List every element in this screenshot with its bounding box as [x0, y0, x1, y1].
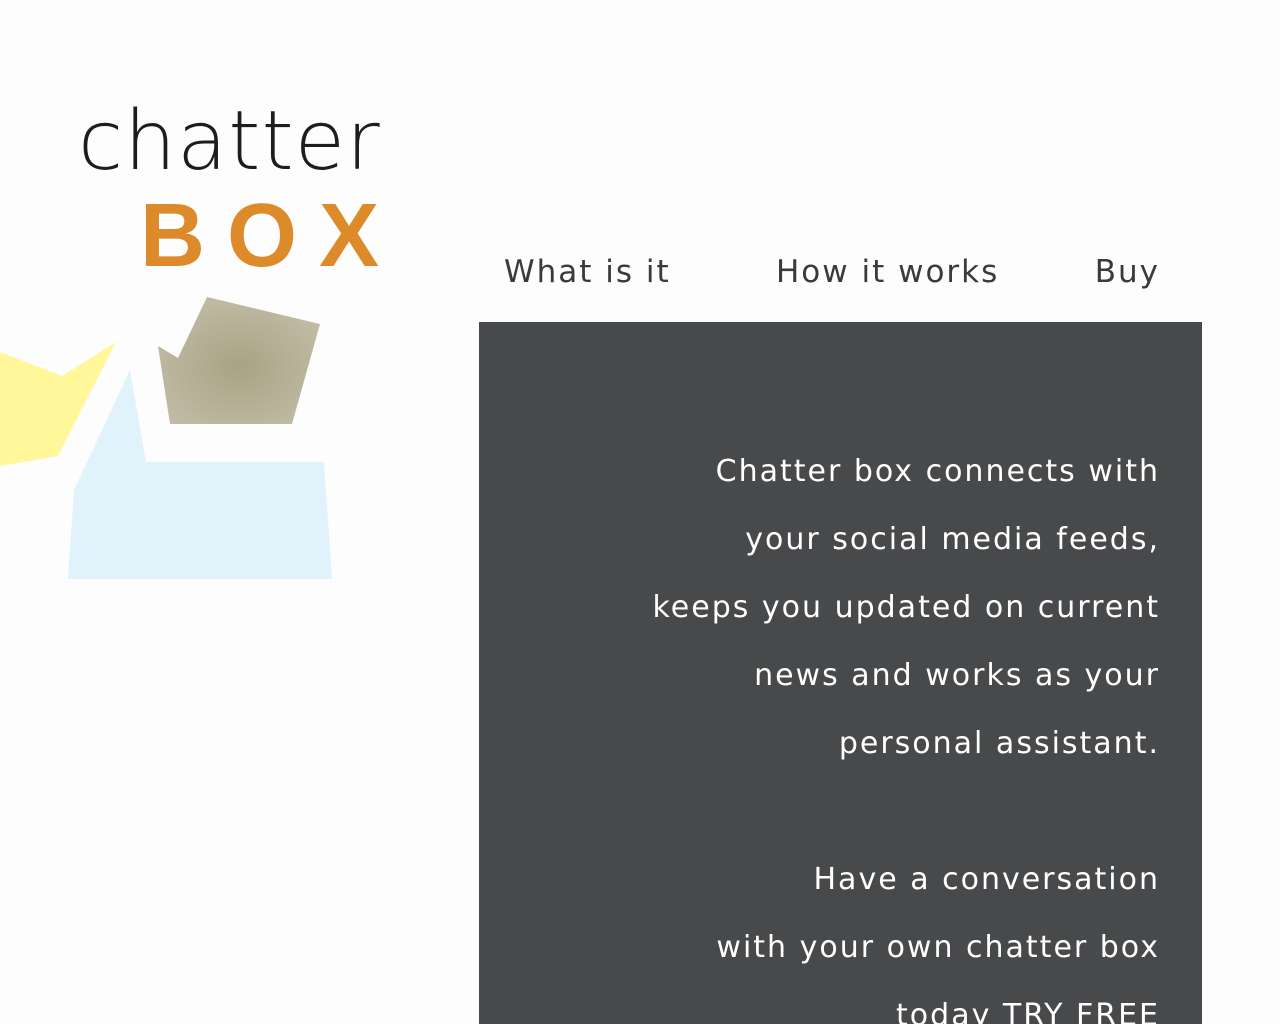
intro-line: personal assistant.	[838, 726, 1160, 761]
logo-wordmark-chatter: chatter	[78, 94, 381, 189]
cta-line: Have a conversation	[813, 862, 1160, 897]
cta-line: with your own chatter box	[716, 930, 1160, 965]
nav-how-it-works-link[interactable]: How it works	[776, 246, 999, 298]
logo-speech-bubbles-graphic	[0, 297, 332, 579]
intro-line: Chatter box connects with	[715, 454, 1160, 489]
khaki-bubble-shape	[158, 297, 320, 424]
nav-what-is-it-link[interactable]: What is it	[504, 246, 671, 298]
logo-wordmark-box: BOX	[140, 186, 402, 286]
cta-line: today TRY FREE	[896, 998, 1160, 1024]
nav-buy-link[interactable]: Buy	[1095, 246, 1160, 298]
intro-line: keeps you updated on current	[652, 590, 1160, 625]
page: chatter BOX What is it How it works Buy …	[0, 0, 1280, 1024]
intro-line: your social media feeds,	[745, 522, 1160, 557]
intro-line: news and works as your	[754, 658, 1160, 693]
main-nav: What is it How it works Buy	[480, 246, 1202, 298]
intro-panel: Chatter box connects with your social me…	[479, 322, 1202, 1024]
